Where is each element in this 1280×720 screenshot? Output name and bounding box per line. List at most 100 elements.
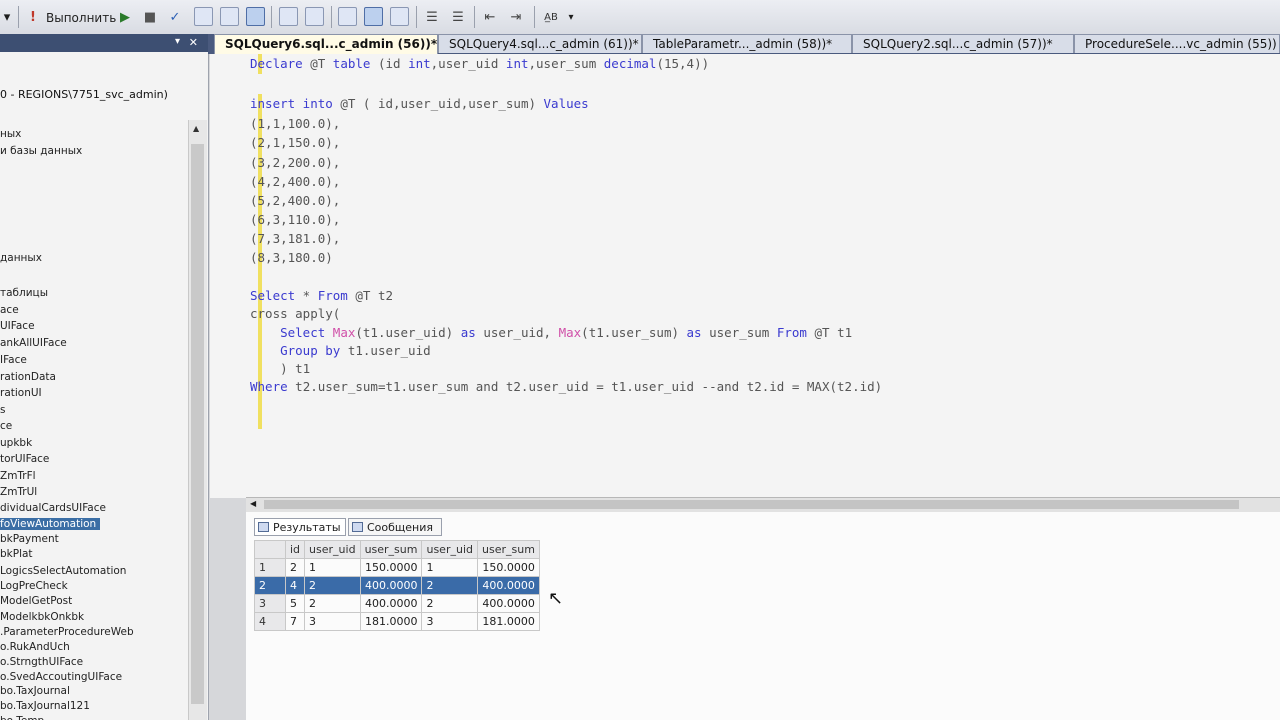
tree-node[interactable]: .ParameterProcedureWeb [0, 626, 134, 638]
row-number[interactable]: 1 [254, 558, 286, 577]
code-line[interactable]: Select * From @T t2 [250, 288, 393, 303]
include-plan-icon[interactable] [246, 7, 265, 26]
toolbar-overflow-icon[interactable]: ▾ [566, 7, 576, 27]
tree-node[interactable]: ace [0, 304, 19, 316]
table-cell[interactable]: 2 [284, 558, 306, 577]
code-line[interactable]: cross apply( [250, 306, 340, 321]
tree-node[interactable]: dividualCardsUIFace [0, 502, 106, 514]
tree-node[interactable]: o.SvedAccoutingUIFace [0, 671, 122, 683]
scrollbar-thumb[interactable] [191, 144, 204, 704]
code-line[interactable]: (5,2,400.0), [250, 193, 340, 208]
table-cell[interactable]: 400.0000 [477, 594, 540, 613]
table-cell[interactable]: 7 [284, 612, 306, 631]
tree-node[interactable]: UIFace [0, 320, 35, 332]
table-row[interactable]: 3 5 2 400.0000 2 400.0000 [254, 594, 540, 613]
table-row[interactable]: 4 7 3 181.0000 3 181.0000 [254, 612, 540, 631]
table-cell[interactable]: 1 [304, 558, 361, 577]
tree-node[interactable]: rationData [0, 371, 56, 383]
results-grid-icon[interactable] [338, 7, 357, 26]
column-header[interactable]: user_uid [421, 540, 478, 559]
column-header[interactable]: user_sum [359, 540, 423, 559]
table-cell[interactable]: 2 [421, 594, 478, 613]
table-cell[interactable]: 2 [304, 594, 361, 613]
results-grid[interactable]: id user_uid user_sum user_uid user_sum 1… [254, 540, 540, 631]
tree-node[interactable]: и базы данных [0, 145, 82, 157]
exclamation-icon[interactable]: ! [28, 7, 38, 27]
table-cell[interactable]: 2 [304, 576, 361, 595]
uncomment-icon[interactable]: ☰ [424, 7, 440, 27]
column-header[interactable]: user_sum [477, 540, 540, 559]
tab-sqlquery4[interactable]: SQLQuery4.sql...c_admin (61))* [438, 34, 642, 53]
tree-node[interactable]: ankAllUIFace [0, 337, 67, 349]
table-cell[interactable]: 5 [284, 594, 306, 613]
code-line[interactable]: (1,1,100.0), [250, 116, 340, 131]
tab-procedureselect[interactable]: ProcedureSele....vc_admin (55)) [1074, 34, 1280, 53]
code-line[interactable]: insert into @T ( id,user_uid,user_sum) V… [250, 96, 589, 111]
row-number[interactable]: 3 [254, 594, 286, 613]
results-file-icon[interactable] [364, 7, 383, 26]
code-line[interactable]: Group by t1.user_uid [250, 343, 431, 358]
tab-sqlquery6[interactable]: SQLQuery6.sql...c_admin (56))* [214, 34, 438, 55]
execute-button[interactable]: Выполнить [46, 11, 116, 25]
table-cell[interactable]: 3 [304, 612, 361, 631]
run-icon[interactable]: ▶ [118, 7, 132, 27]
table-cell[interactable]: 400.0000 [477, 576, 540, 595]
row-number[interactable]: 2 [254, 576, 286, 595]
results-text-icon[interactable] [305, 7, 324, 26]
pin-icon[interactable]: ✕ [189, 36, 198, 49]
tree-node[interactable]: LogPreCheck [0, 580, 68, 592]
code-line[interactable]: Select Max(t1.user_uid) as user_uid, Max… [250, 325, 852, 340]
table-cell[interactable]: 400.0000 [359, 576, 423, 595]
tree-node[interactable]: torUIFace [0, 453, 49, 465]
tab-tableparametr[interactable]: TableParametr..._admin (58))* [642, 34, 852, 53]
scroll-left-icon[interactable]: ◀ [250, 499, 256, 508]
tree-node[interactable]: bkPayment [0, 533, 59, 545]
tree-node[interactable]: таблицы [0, 287, 48, 299]
check-icon[interactable]: ✓ [167, 7, 183, 27]
tree-node[interactable]: s [0, 404, 5, 416]
code-line[interactable]: (3,2,200.0), [250, 155, 340, 170]
increase-indent-icon[interactable]: ⇤ [482, 7, 498, 27]
code-line[interactable]: (2,1,150.0), [250, 135, 340, 150]
code-line[interactable]: Where t2.user_sum=t1.user_sum and t2.use… [250, 379, 882, 394]
table-cell[interactable]: 1 [421, 558, 478, 577]
table-cell[interactable]: 181.0000 [359, 612, 423, 631]
tab-results[interactable]: Результаты [254, 518, 346, 536]
stop-icon[interactable]: ■ [143, 7, 157, 27]
code-line[interactable]: (6,3,110.0), [250, 212, 340, 227]
tree-node[interactable]: o.RukAndUch [0, 641, 70, 653]
query-editor[interactable]: Declare @T table (id int,user_uid int,us… [210, 54, 1280, 498]
query-options-icon[interactable] [279, 7, 298, 26]
explorer-scrollbar[interactable]: ▲ [188, 120, 207, 720]
tree-node[interactable]: ных [0, 128, 21, 140]
tree-node[interactable]: bo.TaxJournal [0, 685, 70, 697]
table-cell[interactable]: 181.0000 [477, 612, 540, 631]
tree-node[interactable]: ModelkbkOnkbk [0, 611, 84, 623]
dropdown-arrow-icon[interactable]: ▾ [175, 36, 180, 47]
tree-node[interactable]: ZmTrFl [0, 470, 36, 482]
table-row[interactable]: 2 4 2 400.0000 2 400.0000 [254, 576, 540, 595]
table-cell[interactable]: 150.0000 [359, 558, 423, 577]
decrease-indent-icon[interactable]: ☰ [450, 7, 466, 27]
column-header[interactable]: user_uid [304, 540, 361, 559]
tree-node[interactable]: ZmTrUl [0, 486, 37, 498]
column-header[interactable]: id [284, 540, 306, 559]
specify-values-icon[interactable]: A̲B [541, 7, 561, 27]
table-cell[interactable]: 4 [284, 576, 306, 595]
tab-sqlquery2[interactable]: SQLQuery2.sql...c_admin (57))* [852, 34, 1074, 53]
tree-node[interactable]: upkbk [0, 437, 32, 449]
tree-node[interactable]: IFace [0, 354, 27, 366]
tree-node[interactable]: o.StrngthUIFace [0, 656, 83, 668]
code-line[interactable]: Declare @T table (id int,user_uid int,us… [250, 56, 709, 71]
tree-node[interactable]: bo.TaxJournal121 [0, 700, 90, 712]
table-cell[interactable]: 400.0000 [359, 594, 423, 613]
tree-node[interactable]: ce [0, 420, 12, 432]
dropdown-arrow-icon[interactable]: ▾ [2, 7, 12, 27]
table-cell[interactable]: 3 [421, 612, 478, 631]
comment-icon[interactable] [390, 7, 409, 26]
tree-node[interactable]: данных [0, 252, 42, 264]
table-cell[interactable]: 2 [421, 576, 478, 595]
grid-corner[interactable] [254, 540, 286, 559]
scroll-up-icon[interactable]: ▲ [193, 124, 199, 133]
code-line[interactable]: (4,2,400.0), [250, 174, 340, 189]
